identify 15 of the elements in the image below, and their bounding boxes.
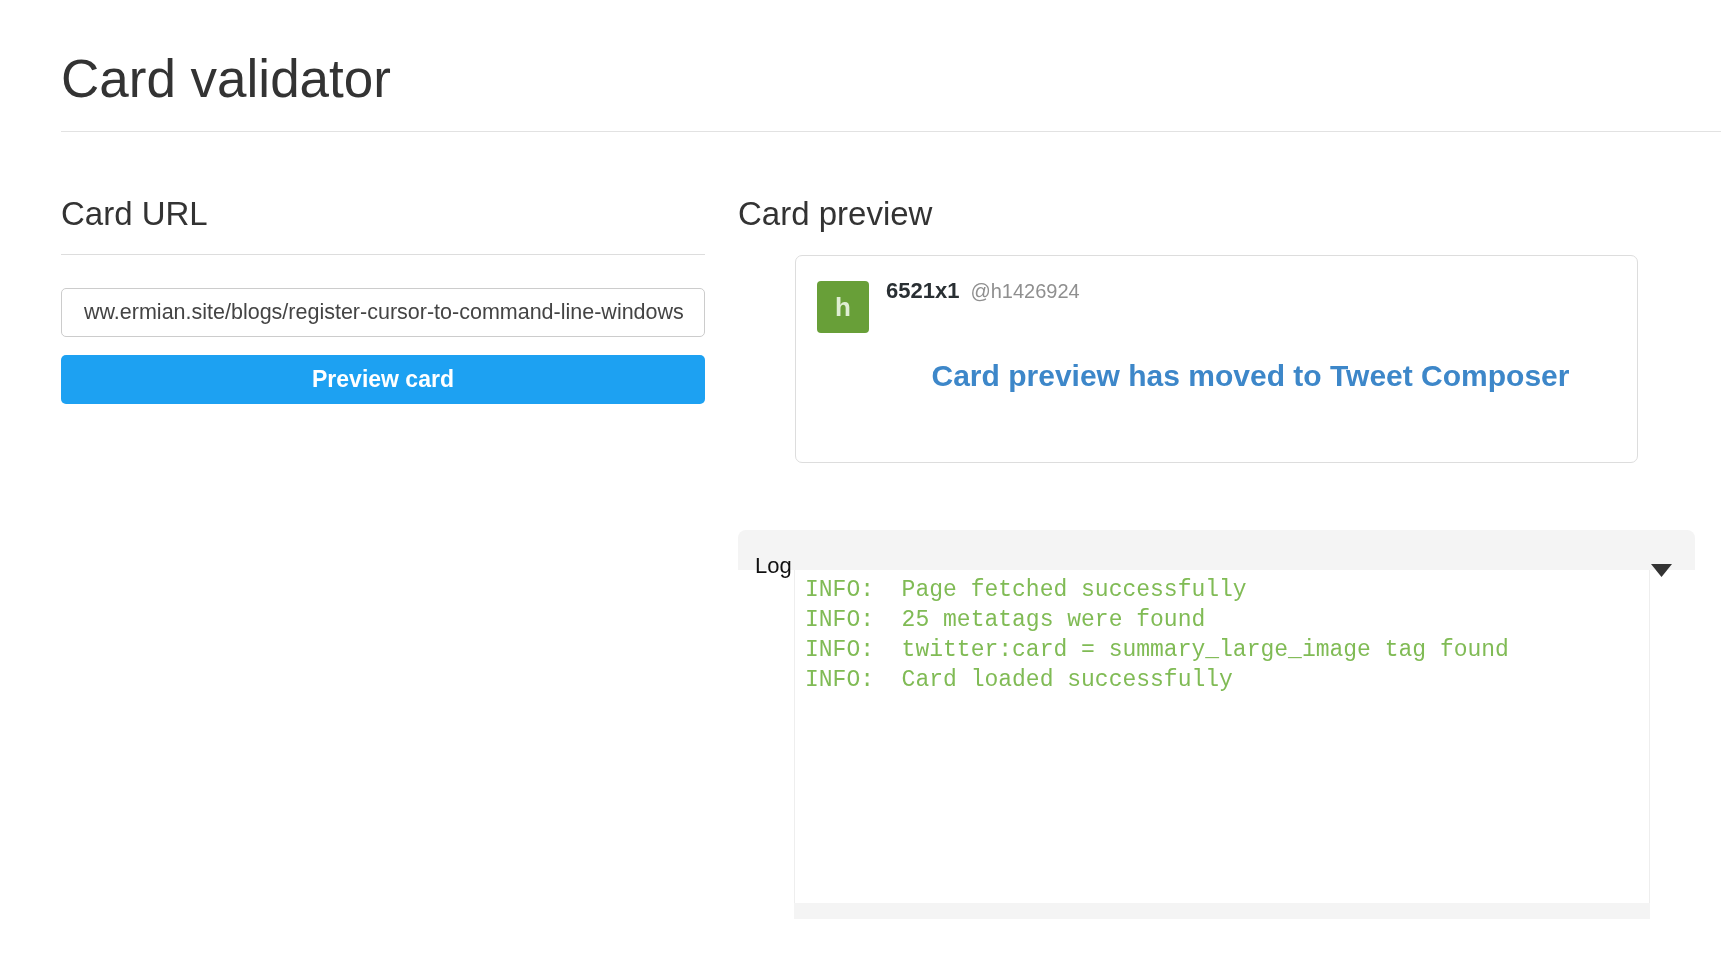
- preview-card-button[interactable]: Preview card: [61, 355, 705, 404]
- section-heading: Card preview: [738, 194, 934, 234]
- url-field[interactable]: ww.ermian.site/blogs/register-cursor-to-command-line-windows: [61, 288, 705, 337]
- log-line: INFO: Card loaded successfully: [805, 666, 1233, 695]
- log-title: Log: [755, 553, 792, 579]
- log-line: INFO: Page fetched successfully: [805, 576, 1247, 605]
- caret-down-icon[interactable]: [1651, 564, 1672, 577]
- page-title: Card validator: [61, 50, 392, 108]
- author-name: 6521x1: [886, 278, 960, 304]
- log-line: INFO: 25 metatags were found: [805, 606, 1206, 635]
- composer-link[interactable]: Card preview has moved to Tweet Composer: [931, 358, 1570, 394]
- log-line: INFO: twitter:card = summary_large_image tag found: [805, 636, 1509, 665]
- author-handle: @h1426924: [970, 279, 1080, 304]
- avatar: h: [817, 281, 869, 333]
- section-heading: Card URL: [61, 194, 209, 234]
